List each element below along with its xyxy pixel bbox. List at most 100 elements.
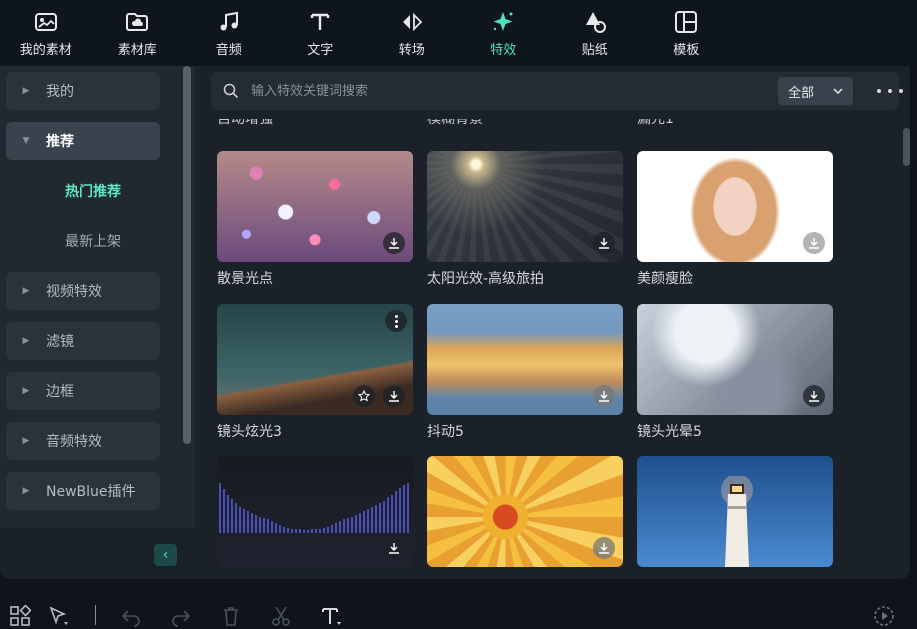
sidebar-item-filters[interactable]: ▶ 滤镜 bbox=[6, 322, 160, 360]
tab-text[interactable]: 文字 bbox=[275, 0, 367, 66]
tab-stickers[interactable]: 贴纸 bbox=[549, 0, 641, 66]
dot bbox=[394, 319, 398, 323]
effect-card-bokeh[interactable]: 散景光点 bbox=[217, 151, 413, 288]
card-label-cut: 模糊背景 bbox=[427, 119, 483, 127]
download-button[interactable] bbox=[383, 385, 405, 407]
tab-label: 模板 bbox=[673, 42, 700, 58]
sticker-icon bbox=[585, 11, 606, 33]
redo-icon[interactable] bbox=[170, 605, 192, 627]
chevron-right-icon: ▶ bbox=[22, 286, 30, 296]
sidebar-item-label: 我的 bbox=[46, 84, 74, 100]
search-input[interactable] bbox=[251, 80, 651, 102]
tab-templates[interactable]: 模板 bbox=[641, 0, 733, 66]
sidebar-item-recommended[interactable]: ▼ 推荐 bbox=[6, 122, 160, 160]
sidebar-subitem-hot[interactable]: 热门推荐 bbox=[65, 181, 121, 201]
sidebar-item-label: 边框 bbox=[46, 384, 74, 400]
download-button[interactable] bbox=[383, 537, 405, 559]
sidebar-item-label: 视频特效 bbox=[46, 284, 102, 300]
effect-thumbnail bbox=[427, 151, 623, 262]
collapse-sidebar-button[interactable]: ‹ bbox=[154, 544, 177, 566]
more-options-button[interactable] bbox=[877, 84, 903, 98]
music-note-icon bbox=[220, 11, 238, 30]
sidebar-item-audio-effects[interactable]: ▶ 音频特效 bbox=[6, 422, 160, 460]
undo-icon[interactable] bbox=[120, 605, 142, 627]
dot bbox=[877, 89, 881, 93]
sidebar-item-video-effects[interactable]: ▶ 视频特效 bbox=[6, 272, 160, 310]
more-options-button[interactable] bbox=[385, 310, 407, 332]
download-icon bbox=[389, 543, 399, 554]
content-scrollbar[interactable] bbox=[903, 128, 910, 166]
effect-card-flower[interactable] bbox=[427, 456, 623, 567]
tab-transition[interactable]: 转场 bbox=[366, 0, 458, 66]
sidebar-item-newblue[interactable]: ▶ NewBlue插件 bbox=[6, 472, 160, 510]
select-cursor-icon[interactable] bbox=[48, 605, 70, 627]
lighthouse-shape bbox=[721, 476, 753, 567]
search-bar: 全部 bbox=[211, 72, 903, 110]
sidebar-scrollbar[interactable] bbox=[183, 66, 191, 444]
download-icon bbox=[389, 238, 399, 249]
layout-grid-icon[interactable] bbox=[9, 605, 31, 627]
chevron-down-icon: ▼ bbox=[22, 136, 30, 146]
effect-card-beauty[interactable]: 美颜瘦脸 bbox=[637, 151, 833, 288]
effect-card-sunlight[interactable]: 太阳光效-高级旅拍 bbox=[427, 151, 623, 288]
scissors-icon[interactable] bbox=[270, 605, 292, 627]
download-button[interactable] bbox=[593, 232, 615, 254]
download-icon bbox=[389, 391, 399, 402]
text-tool-icon[interactable] bbox=[320, 605, 342, 627]
tab-material-library[interactable]: 素材库 bbox=[92, 0, 184, 66]
effects-grid-panel: 全部 自动增强 模糊背景 漏光1 散景光点 太阳光效-高级旅拍 美颜瘦脸 bbox=[195, 66, 910, 579]
effect-thumbnail bbox=[637, 304, 833, 415]
sidebar-subitem-new[interactable]: 最新上架 bbox=[65, 231, 121, 251]
sidebar-item-mine[interactable]: ▶ 我的 bbox=[6, 72, 160, 110]
tab-my-materials[interactable]: 我的素材 bbox=[0, 0, 92, 66]
tab-label: 贴纸 bbox=[581, 42, 608, 58]
download-button[interactable] bbox=[593, 385, 615, 407]
favorite-button[interactable] bbox=[353, 385, 375, 407]
effect-thumbnail bbox=[427, 304, 623, 415]
toolbar-divider bbox=[95, 605, 96, 625]
image-folder-icon bbox=[34, 12, 57, 31]
card-label-cut: 自动增强 bbox=[217, 119, 273, 127]
effect-card-audio-spectrum[interactable] bbox=[217, 456, 413, 567]
effects-category-sidebar: ▶ 我的 ▼ 推荐 热门推荐 最新上架 ▶ 视频特效 ▶ 滤镜 ▶ 边框 ▶ 音频特效 ▶ N… bbox=[0, 66, 195, 579]
dot bbox=[394, 324, 398, 328]
download-button[interactable] bbox=[803, 385, 825, 407]
effect-card-label: 太阳光效-高级旅拍 bbox=[427, 271, 545, 287]
trash-icon[interactable] bbox=[220, 605, 242, 627]
effect-card-label: 散景光点 bbox=[217, 271, 273, 287]
effect-card-shake-5[interactable]: 抖动5 bbox=[427, 304, 623, 441]
chevron-right-icon: ▶ bbox=[22, 86, 30, 96]
download-icon bbox=[599, 391, 609, 402]
effect-card-label: 镜头光晕5 bbox=[637, 424, 702, 440]
download-button[interactable] bbox=[593, 537, 615, 559]
chevron-right-icon: ▶ bbox=[22, 386, 30, 396]
sidebar-item-label: 音频特效 bbox=[46, 434, 102, 450]
sparkle-effects-icon bbox=[493, 11, 513, 31]
effect-card-lens-halo-5[interactable]: 镜头光晕5 bbox=[637, 304, 833, 441]
dot bbox=[888, 89, 892, 93]
tab-label: 音频 bbox=[215, 42, 242, 58]
download-button[interactable] bbox=[383, 232, 405, 254]
tab-effects[interactable]: 特效 bbox=[458, 0, 550, 66]
download-icon bbox=[599, 238, 609, 249]
playback-settings-icon[interactable] bbox=[873, 605, 895, 627]
download-icon bbox=[599, 543, 609, 554]
chevron-down-icon bbox=[833, 88, 843, 94]
effect-thumbnail bbox=[637, 151, 833, 262]
sidebar-item-label: 滤镜 bbox=[46, 334, 74, 350]
spectrum-bars bbox=[219, 483, 409, 533]
effect-thumbnail bbox=[217, 151, 413, 262]
card-label-cut: 漏光1 bbox=[637, 119, 674, 127]
effect-card-lens-flare-3[interactable]: 镜头炫光3 bbox=[217, 304, 413, 441]
chevron-left-icon: ‹ bbox=[162, 547, 169, 563]
sidebar-item-borders[interactable]: ▶ 边框 bbox=[6, 372, 160, 410]
filter-dropdown[interactable]: 全部 bbox=[778, 77, 853, 105]
effect-card-lighthouse[interactable] bbox=[637, 456, 833, 567]
tab-audio[interactable]: 音频 bbox=[183, 0, 275, 66]
effect-thumbnail bbox=[217, 304, 413, 415]
dot bbox=[394, 314, 398, 318]
download-button[interactable] bbox=[803, 232, 825, 254]
chevron-right-icon: ▶ bbox=[22, 486, 30, 496]
tab-label: 特效 bbox=[490, 42, 517, 58]
tab-label: 素材库 bbox=[117, 42, 157, 58]
